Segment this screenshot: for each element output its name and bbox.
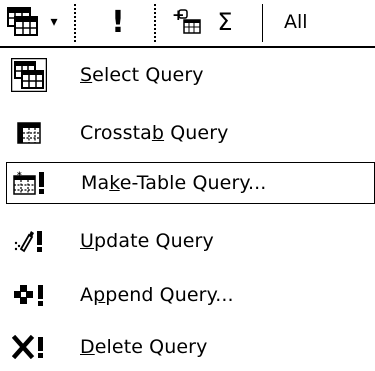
menu-item-append-query[interactable]: Append Query... (6, 272, 375, 318)
delete-query-icon (6, 324, 52, 370)
top-values-combo[interactable]: All (264, 0, 375, 44)
top-values-text: All (284, 11, 308, 33)
query-type-menu: Select Query Crosstab Query * (0, 48, 375, 371)
menu-item-crosstab-query[interactable]: Crosstab Query (6, 110, 375, 156)
query-design-toolbar: ▾ ! + Σ All (0, 0, 375, 48)
menu-item-label: Delete Query (80, 336, 208, 358)
make-table-query-icon: * (7, 160, 53, 206)
sigma-icon: Σ (217, 8, 233, 36)
query-type-button[interactable] (2, 0, 44, 44)
menu-item-select-query[interactable]: Select Query (6, 52, 375, 98)
run-button[interactable]: ! (100, 0, 136, 44)
exclamation-icon: ! (111, 4, 125, 40)
show-table-button[interactable]: + (168, 0, 206, 44)
menu-item-make-table-query[interactable]: * Make-Table Query... (6, 162, 375, 204)
append-query-icon (6, 272, 52, 318)
toolbar-separator (262, 4, 263, 42)
chevron-down-icon: ▾ (50, 14, 58, 30)
menu-item-delete-query[interactable]: Delete Query (6, 324, 375, 370)
menu-item-label: Append Query... (80, 284, 234, 306)
query-type-dropdown-arrow[interactable]: ▾ (44, 0, 64, 44)
totals-button[interactable]: Σ (206, 0, 244, 44)
show-table-icon: + (172, 8, 202, 36)
crosstab-query-icon (6, 110, 52, 156)
menu-item-label: Make-Table Query... (81, 172, 267, 194)
toolbar-separator (74, 4, 76, 42)
menu-item-label: Select Query (80, 64, 204, 86)
menu-item-label: Update Query (80, 230, 214, 252)
menu-item-label: Crosstab Query (80, 122, 229, 144)
menu-item-update-query[interactable]: Update Query (6, 218, 375, 264)
select-query-icon (6, 52, 52, 98)
update-query-icon (6, 218, 52, 264)
toolbar-separator (154, 4, 156, 42)
query-type-icon (7, 7, 39, 37)
